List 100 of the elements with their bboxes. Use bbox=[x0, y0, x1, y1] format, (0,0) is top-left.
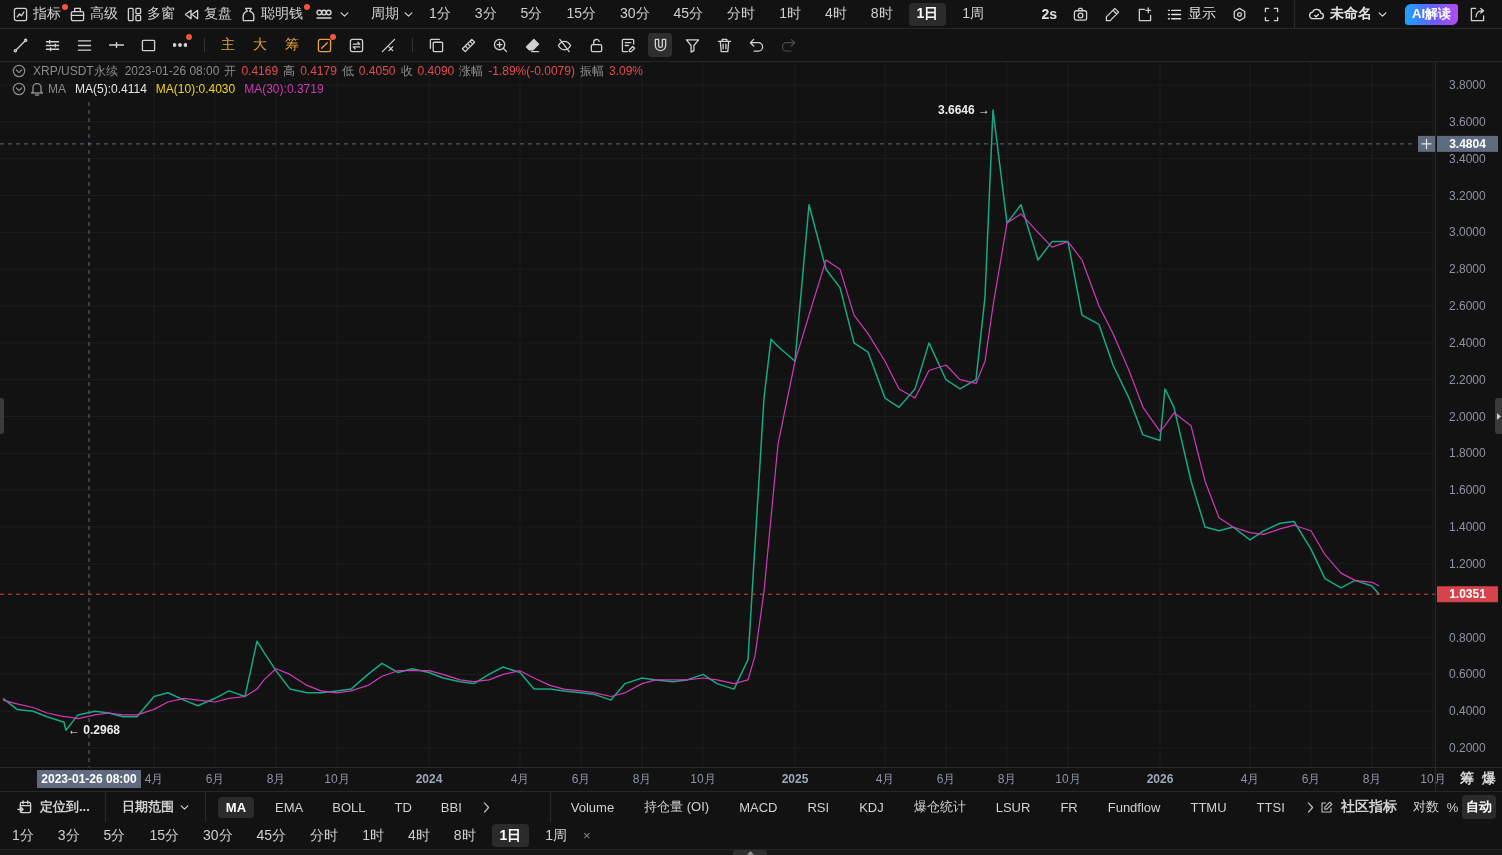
interval-tab[interactable]: 分时 bbox=[302, 824, 347, 847]
settings-icon bbox=[1231, 6, 1247, 22]
community-indicators-button[interactable]: 社区指标 bbox=[1340, 795, 1397, 819]
y-axis-label: 2.4000 bbox=[1449, 335, 1486, 350]
indicator-tab[interactable]: Fundflow bbox=[1099, 796, 1169, 818]
y-axis-label: 3.6000 bbox=[1449, 114, 1486, 129]
field-value: 0.4090 bbox=[417, 64, 455, 78]
interval-tab[interactable]: 30分 bbox=[611, 2, 658, 26]
moving-average-value: MA(5):0.4114 bbox=[75, 82, 147, 96]
interval-tab[interactable]: 1周 bbox=[537, 824, 576, 847]
y-axis-label: 2.0000 bbox=[1449, 409, 1486, 424]
interval-tab[interactable]: 1时 bbox=[771, 2, 809, 26]
menu-button[interactable]: 聪明钱 bbox=[239, 2, 310, 26]
interval-tab[interactable]: 15分 bbox=[558, 2, 604, 26]
interval-tab[interactable]: 3分 bbox=[466, 2, 505, 26]
x-axis-label: 6月 bbox=[205, 772, 225, 786]
chart-toggle-button[interactable]: 筹 bbox=[280, 33, 304, 57]
cloud-check-icon bbox=[1309, 8, 1324, 20]
interval-tab[interactable]: 8时 bbox=[862, 2, 901, 26]
indicator-tab[interactable]: TTSI bbox=[1248, 796, 1293, 818]
scale-option[interactable]: 自动 bbox=[1462, 795, 1497, 819]
indicator-tab[interactable]: BBI bbox=[432, 796, 470, 818]
chart-toggle-button[interactable]: 主 bbox=[216, 33, 240, 57]
field-value: -1.89%(-0.0079) bbox=[488, 64, 575, 78]
indicator-tab[interactable]: 持仓量 (OI) bbox=[636, 796, 718, 818]
indicator-tab[interactable]: EMA bbox=[267, 796, 312, 818]
field-value: 3.09% bbox=[608, 64, 643, 78]
indicator-tab[interactable]: LSUR bbox=[987, 796, 1039, 818]
display-button[interactable]: 显示 bbox=[1163, 2, 1220, 26]
price-marker-label: 3.4804 bbox=[1437, 135, 1498, 152]
locate-button[interactable]: 定位到... bbox=[14, 795, 93, 819]
ref-line-label: 2023-01-26 08:00 bbox=[41, 772, 138, 786]
add-alert-button[interactable] bbox=[1418, 135, 1435, 152]
chart-toggle-button[interactable]: 大 bbox=[248, 33, 272, 57]
swap-square-icon bbox=[348, 37, 364, 53]
close-button[interactable]: × bbox=[579, 824, 595, 847]
indicator-tab[interactable]: MA bbox=[217, 796, 255, 818]
x-axis-label: 10月 bbox=[1055, 772, 1081, 786]
bell-icon bbox=[31, 82, 43, 96]
y-axis-label: 1.6000 bbox=[1449, 483, 1486, 498]
refresh-rate-button[interactable]: 2s bbox=[1037, 2, 1061, 26]
interval-tab[interactable]: 30分 bbox=[194, 824, 241, 847]
period-dropdown[interactable]: 周期 bbox=[367, 2, 417, 26]
zoom-in-icon bbox=[492, 37, 508, 53]
scale-option[interactable]: % bbox=[1442, 795, 1463, 819]
indicator-tab[interactable]: TD bbox=[386, 796, 420, 818]
menu-button[interactable]: 高级 bbox=[68, 2, 125, 26]
interval-tab[interactable]: 8时 bbox=[445, 824, 484, 847]
scale-option[interactable]: 对数 bbox=[1408, 795, 1443, 819]
panel-handle[interactable] bbox=[1495, 398, 1502, 434]
field-value: 0.4050 bbox=[358, 64, 396, 78]
ai-button[interactable]: AI解读 bbox=[1405, 3, 1458, 25]
interval-tab[interactable]: 1时 bbox=[354, 824, 392, 847]
share-icon bbox=[1469, 6, 1485, 22]
square-slash-icon bbox=[316, 37, 332, 53]
y-axis-label: 2.2000 bbox=[1449, 372, 1486, 387]
time-marker-label: 2023-01-26 08:00 bbox=[37, 770, 141, 788]
layout-dropdown[interactable]: 未命名 bbox=[1305, 2, 1391, 26]
menu-button[interactable]: 指标 bbox=[11, 2, 68, 26]
interval-tab[interactable]: 45分 bbox=[248, 824, 295, 847]
field-label: 振幅 bbox=[579, 62, 604, 80]
interval-tab[interactable]: 1周 bbox=[954, 2, 993, 26]
interval-tab[interactable]: 5分 bbox=[95, 824, 134, 847]
interval-tab[interactable]: 1分 bbox=[421, 2, 459, 26]
pouch-icon bbox=[241, 6, 256, 22]
eye-off-icon bbox=[556, 37, 572, 53]
side-panel-button[interactable]: 筹 bbox=[1460, 770, 1474, 788]
interval-tab[interactable]: 1日 bbox=[491, 824, 530, 847]
y-axis-label: 1.8000 bbox=[1449, 446, 1486, 461]
y-axis-label: 0.4000 bbox=[1449, 704, 1486, 719]
interval-tab[interactable]: 分时 bbox=[719, 2, 764, 26]
x-axis-label: 6月 bbox=[1301, 772, 1321, 786]
interval-tab[interactable]: 5分 bbox=[512, 2, 551, 26]
interval-tab[interactable]: 15分 bbox=[141, 824, 187, 847]
indicator-tab[interactable]: 爆仓统计 bbox=[905, 796, 974, 818]
x-axis-label: 8月 bbox=[1362, 772, 1382, 786]
menu-button[interactable]: 复盘 bbox=[182, 2, 239, 26]
interval-tab[interactable]: 3分 bbox=[49, 824, 88, 847]
interval-tab[interactable]: 4时 bbox=[399, 824, 438, 847]
tool-button[interactable] bbox=[648, 33, 672, 57]
menu-button[interactable]: 多窗 bbox=[125, 2, 182, 26]
horizontal-line-icon bbox=[108, 42, 124, 48]
interval-tab[interactable]: 1分 bbox=[4, 824, 42, 847]
interval-tab[interactable]: 4时 bbox=[816, 2, 855, 26]
symbol-name[interactable]: XRP/USDT永续 bbox=[33, 62, 118, 80]
interval-tab[interactable]: 1日 bbox=[908, 2, 947, 26]
interval-tab[interactable]: 45分 bbox=[665, 2, 712, 26]
panel-handle[interactable] bbox=[0, 398, 4, 434]
indicator-tab[interactable]: KDJ bbox=[851, 796, 892, 818]
indicator-tab[interactable]: TTMU bbox=[1182, 796, 1235, 818]
y-axis-label: 3.8000 bbox=[1449, 78, 1486, 92]
indicator-tab[interactable]: BOLL bbox=[324, 796, 374, 818]
indicator-tab[interactable]: FR bbox=[1052, 796, 1086, 818]
side-panel-button[interactable]: 爆 bbox=[1482, 770, 1496, 788]
indicator-tab[interactable]: RSI bbox=[799, 796, 838, 818]
panel-handle[interactable] bbox=[733, 850, 767, 855]
indicator-tab[interactable]: MACD bbox=[731, 796, 786, 818]
indicator-tab[interactable]: Volume bbox=[562, 796, 623, 818]
x-axis-label: 2025 bbox=[781, 772, 809, 786]
date-range-dropdown[interactable]: 日期范围 bbox=[117, 795, 193, 819]
